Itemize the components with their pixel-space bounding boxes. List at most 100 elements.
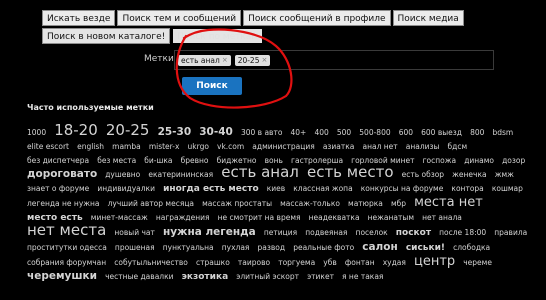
tag-link[interactable]: экзотика (182, 272, 229, 282)
tags-input[interactable]: есть анал × 20-25 × (174, 50, 494, 70)
tag-link[interactable]: торгуема (278, 258, 315, 267)
tag-link[interactable]: анал нет (362, 142, 397, 151)
tag-link[interactable]: салон (362, 241, 397, 253)
tag-link[interactable]: 20-25 (106, 121, 150, 139)
tag-link[interactable]: english (77, 142, 104, 151)
tag-link[interactable]: есть место (307, 163, 394, 181)
tag-link[interactable]: правила (494, 228, 527, 237)
tag-link[interactable]: без диспетчера (27, 156, 89, 165)
tag-link[interactable]: классная жопа (293, 184, 352, 193)
tag-link[interactable]: матюрка (348, 199, 383, 208)
tag-link[interactable]: после 18:00 (439, 228, 486, 237)
tag-link[interactable]: кошмар (492, 184, 523, 193)
tag-link[interactable]: 1000 (27, 128, 46, 137)
tag-link[interactable]: есть обзор (402, 170, 444, 179)
tag-link[interactable]: череме (463, 258, 492, 267)
tag-link[interactable]: азиатка (323, 142, 355, 151)
tag-link[interactable]: 300 в авто (241, 128, 282, 137)
tag-link[interactable]: би-шка (144, 156, 172, 165)
close-icon[interactable]: × (222, 56, 228, 64)
tag-link[interactable]: киев (267, 184, 285, 193)
close-icon[interactable]: × (261, 56, 267, 64)
tag-link[interactable]: 800 (470, 128, 484, 137)
tag-link[interactable]: реальные фото (293, 243, 354, 252)
tag-link[interactable]: иногда есть место (163, 184, 259, 194)
tag-link[interactable]: жмж (495, 170, 514, 179)
tag-link[interactable]: 600 выезд (421, 128, 462, 137)
tag-link[interactable]: без места (97, 156, 136, 165)
tag-link[interactable]: ukrgo (188, 142, 209, 151)
tag-link[interactable]: mister-x (149, 142, 180, 151)
tag-link[interactable]: легенда не нужна (27, 199, 100, 208)
tag-link[interactable]: екатерининская (148, 170, 213, 179)
tag-link[interactable]: сиськи! (406, 243, 445, 253)
search-tab[interactable]: Искать везде (42, 10, 116, 26)
tag-link[interactable]: убв (323, 258, 336, 267)
tag-link[interactable]: 500-800 (359, 128, 390, 137)
tag-link[interactable]: собутыльничество (114, 258, 188, 267)
tag-link[interactable]: проститутки одесса (27, 243, 107, 252)
tag-link[interactable]: фонтан (345, 258, 375, 267)
tag-link[interactable]: массаж простаты (202, 199, 272, 208)
tag-link[interactable]: я не такая (342, 272, 383, 281)
tag-link[interactable]: центр (414, 254, 455, 269)
tag-chip[interactable]: есть анал × (178, 54, 231, 66)
tag-link[interactable]: 40+ (291, 128, 307, 137)
tag-link[interactable]: слободка (453, 243, 490, 252)
tag-link[interactable]: нежанатым (368, 213, 414, 222)
tag-link[interactable]: elite escort (27, 142, 69, 151)
tag-link[interactable]: собрания форумчан (27, 258, 106, 267)
tag-link[interactable]: честные давалки (105, 272, 173, 281)
tag-link[interactable]: контора (451, 184, 483, 193)
tag-link[interactable]: развод (258, 243, 286, 252)
tag-link[interactable]: пухлая (222, 243, 250, 252)
tag-link[interactable]: администрация (252, 142, 314, 151)
tag-link[interactable]: нужна легенда (163, 226, 256, 238)
search-button[interactable]: Поиск (182, 77, 242, 95)
tag-link[interactable]: 400 (314, 128, 328, 137)
tag-link[interactable]: бревно (181, 156, 209, 165)
tag-link[interactable]: госпожа (423, 156, 457, 165)
tag-link[interactable]: награждения (156, 213, 210, 222)
tag-link[interactable]: неадекватка (309, 213, 360, 222)
search-tab[interactable]: Поиск в новом каталоге! (42, 28, 171, 44)
tag-link[interactable]: 25-30 (158, 126, 192, 138)
search-tab[interactable]: Поиск медиа (392, 10, 464, 26)
tag-link[interactable]: душевно (105, 170, 140, 179)
tag-link[interactable]: mamba (112, 142, 141, 151)
tag-link[interactable]: женечка (452, 170, 486, 179)
search-tab[interactable]: Поиск тем и сообщений (117, 10, 242, 26)
tag-link[interactable]: лучший автор месяца (108, 199, 194, 208)
tag-link[interactable]: 18-20 (54, 121, 98, 139)
search-tab[interactable]: Поиск по меткам (172, 28, 264, 44)
tag-link[interactable]: знает о форуме (27, 184, 89, 193)
tag-link[interactable]: поскот (396, 228, 431, 238)
tag-link[interactable]: мбр (391, 199, 406, 208)
tag-link[interactable]: страшко (196, 258, 230, 267)
tag-link[interactable]: дороговато (27, 168, 97, 180)
tag-link[interactable]: нет места (27, 221, 106, 239)
tag-link[interactable]: таирово (238, 258, 270, 267)
tag-link[interactable]: массаж-только (280, 199, 340, 208)
tag-link[interactable]: худая (383, 258, 406, 267)
tag-link[interactable]: динамо (464, 156, 494, 165)
tag-link[interactable]: места нет (414, 195, 483, 210)
tag-link[interactable]: петиция (264, 228, 297, 237)
tag-link[interactable]: дозор (502, 156, 525, 165)
search-tab[interactable]: Поиск сообщений в профиле (243, 10, 391, 26)
tag-link[interactable]: vk.com (217, 142, 244, 151)
tag-link[interactable]: не смотрит на время (218, 213, 301, 222)
tag-link[interactable]: элитный эскорт (236, 272, 299, 281)
tag-link[interactable]: конкурсы на форуме (361, 184, 444, 193)
tag-link[interactable]: прошеная (115, 243, 155, 252)
tag-link[interactable]: анализы (406, 142, 440, 151)
tag-link[interactable]: этикет (307, 272, 334, 281)
tag-link[interactable]: 600 (399, 128, 413, 137)
tag-link[interactable]: нет анала (422, 213, 462, 222)
tag-link[interactable]: поселок (356, 228, 388, 237)
tag-chip[interactable]: 20-25 × (234, 54, 271, 66)
tag-link[interactable]: пунктуальна (163, 243, 214, 252)
tag-link[interactable]: бдсм (448, 142, 468, 151)
tag-link[interactable]: индивидуалки (97, 184, 155, 193)
tag-link[interactable]: новый чат (114, 228, 155, 237)
